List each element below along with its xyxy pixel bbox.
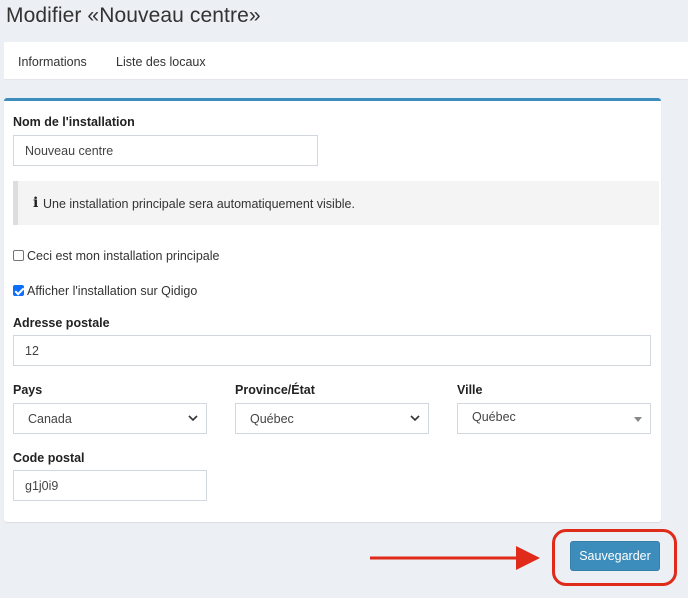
- country-select[interactable]: Canada: [13, 403, 207, 434]
- show-on-qidigo-label: Afficher l'installation sur Qidigo: [27, 284, 198, 298]
- show-on-qidigo-checkbox-row[interactable]: Afficher l'installation sur Qidigo: [13, 284, 197, 298]
- page-title: Modifier «Nouveau centre»: [6, 4, 261, 27]
- postal-code-label: Code postal: [13, 451, 85, 465]
- main-installation-checkbox[interactable]: [13, 250, 24, 261]
- postal-code-input[interactable]: [13, 470, 207, 501]
- name-input[interactable]: [13, 135, 318, 166]
- pointer-arrow-icon: [370, 546, 540, 570]
- main-installation-checkbox-row[interactable]: Ceci est mon installation principale: [13, 249, 219, 263]
- province-select[interactable]: Québec: [235, 403, 429, 434]
- address-label: Adresse postale: [13, 316, 110, 330]
- city-label: Ville: [457, 383, 483, 397]
- province-select-value: Québec: [250, 412, 294, 426]
- form-card: Nom de l'installation i Une installation…: [4, 98, 661, 522]
- chevron-down-icon: [410, 415, 420, 422]
- save-button[interactable]: Sauvegarder: [570, 541, 660, 571]
- info-callout-text: Une installation principale sera automat…: [43, 197, 355, 211]
- chevron-down-icon: [188, 415, 198, 422]
- main-installation-label: Ceci est mon installation principale: [27, 249, 220, 263]
- country-select-value: Canada: [28, 412, 72, 426]
- info-callout: i Une installation principale sera autom…: [13, 181, 659, 225]
- city-select[interactable]: Québec: [457, 403, 651, 434]
- name-label: Nom de l'installation: [13, 115, 135, 129]
- show-on-qidigo-checkbox[interactable]: [13, 285, 24, 296]
- tab-bar: Informations Liste des locaux: [4, 42, 688, 80]
- tab-liste-des-locaux[interactable]: Liste des locaux: [116, 55, 206, 69]
- city-select-value: Québec: [472, 410, 516, 424]
- province-label: Province/État: [235, 383, 315, 397]
- caret-down-icon: [634, 417, 642, 422]
- address-input[interactable]: [13, 335, 651, 366]
- info-icon: i: [33, 195, 39, 211]
- tab-informations[interactable]: Informations: [18, 55, 87, 69]
- country-label: Pays: [13, 383, 43, 397]
